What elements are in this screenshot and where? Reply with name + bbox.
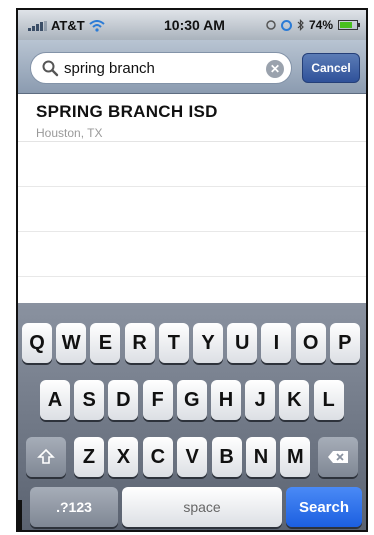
- key-f[interactable]: F: [142, 380, 173, 420]
- key-u[interactable]: U: [227, 323, 258, 363]
- empty-row: [18, 232, 366, 277]
- status-time: 10:30 AM: [164, 17, 225, 33]
- search-bar: ✕ Cancel: [18, 40, 366, 94]
- key-e[interactable]: E: [90, 323, 121, 363]
- status-bar: AT&T 10:30 AM 74%: [18, 10, 366, 40]
- backspace-key[interactable]: [318, 437, 358, 477]
- carrier-info: AT&T: [28, 18, 105, 33]
- alarm-icon: [266, 20, 276, 30]
- bluetooth-icon: [297, 19, 304, 31]
- numbers-key[interactable]: .?123: [30, 487, 118, 527]
- key-i[interactable]: I: [261, 323, 292, 363]
- list-item[interactable]: SPRING BRANCH ISD Houston, TX: [18, 94, 366, 142]
- signal-bars-icon: [28, 20, 47, 31]
- key-v[interactable]: V: [177, 437, 208, 477]
- key-l[interactable]: L: [313, 380, 344, 420]
- key-b[interactable]: B: [211, 437, 242, 477]
- key-o[interactable]: O: [295, 323, 326, 363]
- magnifier-icon: [42, 60, 59, 77]
- wifi-icon: [89, 19, 105, 32]
- shift-key[interactable]: [26, 437, 66, 477]
- key-d[interactable]: D: [108, 380, 139, 420]
- key-p[interactable]: P: [329, 323, 360, 363]
- key-x[interactable]: X: [108, 437, 139, 477]
- search-key[interactable]: Search: [286, 487, 362, 527]
- cancel-button[interactable]: Cancel: [302, 53, 360, 83]
- key-q[interactable]: Q: [22, 323, 52, 363]
- key-j[interactable]: J: [245, 380, 276, 420]
- results-list: SPRING BRANCH ISD Houston, TX: [18, 94, 366, 322]
- search-field[interactable]: ✕: [30, 52, 292, 84]
- key-w[interactable]: W: [56, 323, 87, 363]
- phone-screen: AT&T 10:30 AM 74% spring branch ✕ Cancel…: [16, 8, 368, 532]
- key-g[interactable]: G: [176, 380, 207, 420]
- battery-percent: 74%: [308, 18, 333, 32]
- result-subtitle: Houston, TX: [36, 126, 103, 140]
- key-n[interactable]: N: [246, 437, 276, 477]
- key-k[interactable]: K: [279, 380, 310, 420]
- search-input[interactable]: [64, 59, 254, 77]
- backspace-icon: [328, 451, 348, 463]
- empty-row: [18, 142, 366, 187]
- key-y[interactable]: Y: [193, 323, 223, 363]
- key-h[interactable]: H: [211, 380, 241, 420]
- key-s[interactable]: S: [74, 380, 105, 420]
- key-c[interactable]: C: [142, 437, 173, 477]
- key-z[interactable]: Z: [74, 437, 104, 477]
- frame-edge: [16, 500, 22, 532]
- space-key[interactable]: space: [122, 487, 282, 527]
- result-title: SPRING BRANCH ISD: [36, 102, 218, 121]
- empty-row: [18, 187, 366, 232]
- keyboard: .?123 space Search QWERTYUIOP ASDFGHJKL ZX…: [18, 303, 366, 530]
- key-a[interactable]: A: [40, 380, 70, 420]
- status-right: 74%: [266, 18, 360, 32]
- key-t[interactable]: T: [158, 323, 189, 363]
- carrier-label: AT&T: [51, 18, 85, 33]
- shift-icon: [37, 448, 55, 464]
- battery-icon: [338, 20, 360, 30]
- clear-icon[interactable]: ✕: [266, 60, 284, 78]
- rotation-lock-icon: [280, 19, 292, 31]
- key-r[interactable]: R: [124, 323, 155, 363]
- key-m[interactable]: M: [280, 437, 311, 477]
